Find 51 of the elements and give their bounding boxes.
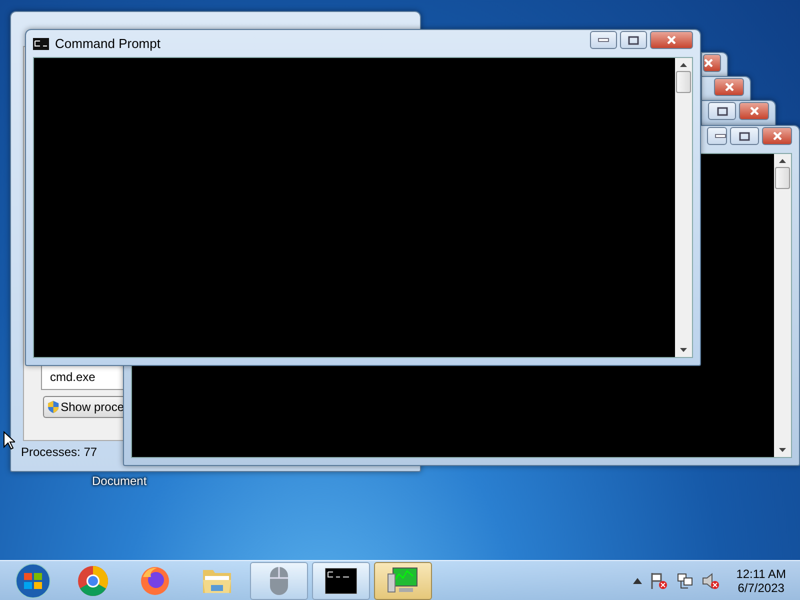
minimize-button[interactable] [590,31,617,49]
close-button[interactable] [703,54,721,72]
clock-time: 12:11 AM [736,566,786,580]
cursor-icon [3,431,15,450]
taskbar-button[interactable] [374,562,432,600]
network-icon[interactable] [676,572,694,590]
scroll-up-arrow-icon [680,63,687,67]
mouse-icon [269,566,289,596]
status-text: Processes: 77 [21,445,98,459]
taskbar-button[interactable] [312,562,370,600]
maximize-icon [739,132,750,140]
minimize-icon [715,134,726,138]
browser-icon [77,564,109,596]
close-icon [750,107,758,115]
close-button[interactable] [762,127,792,145]
scrollbar[interactable] [774,154,791,457]
close-icon [772,132,782,140]
shield-icon [48,399,59,415]
minimize-icon [598,38,609,42]
close-icon [704,59,713,67]
desktop-icon-label[interactable]: Document [92,474,147,488]
browser-icon [139,564,171,596]
clock[interactable]: 12:11 AM 6/7/2023 [736,566,786,594]
close-icon [667,36,676,44]
maximize-icon [628,36,639,44]
process-list[interactable]: cmd.exe [41,364,123,390]
show-hidden-icons-button[interactable] [633,578,642,584]
window-title: Command Prompt [55,36,160,51]
monitor-icon [387,566,419,596]
console-icon [325,568,357,594]
close-button[interactable] [739,102,769,120]
close-button[interactable] [714,78,744,96]
scroll-thumb[interactable] [775,167,790,189]
clock-date: 6/7/2023 [738,580,784,594]
maximize-icon [716,106,728,116]
close-icon [724,83,734,91]
scrollbar[interactable] [675,58,692,357]
show-processes-button[interactable]: Show proce [43,396,124,418]
scroll-up-arrow-icon [779,159,786,163]
process-name: cmd.exe [50,370,96,384]
scroll-thumb[interactable] [676,71,691,93]
muted-speaker-icon[interactable] [702,572,720,590]
maximize-button[interactable] [620,31,647,49]
maximize-button[interactable] [708,102,736,120]
console-icon [33,38,49,50]
scroll-down-arrow-icon [680,348,687,352]
close-button[interactable] [650,31,693,49]
minimize-button[interactable] [707,127,727,145]
scroll-down-arrow-icon [779,448,786,452]
flag-icon[interactable] [650,572,668,590]
maximize-button[interactable] [730,127,759,145]
